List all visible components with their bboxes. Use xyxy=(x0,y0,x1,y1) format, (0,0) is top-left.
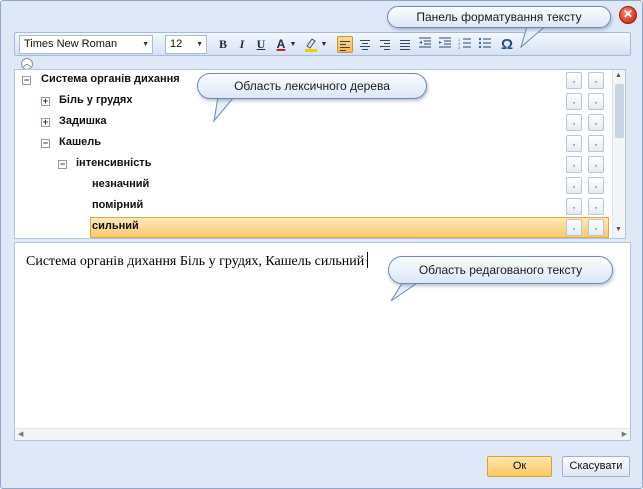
row-action-button[interactable]: , xyxy=(566,198,582,215)
tree-item-label: інтенсивність xyxy=(76,157,152,169)
row-action-button[interactable]: , xyxy=(588,177,604,194)
scroll-left-icon[interactable]: ◀ xyxy=(18,430,23,438)
row-action-button[interactable]: , xyxy=(588,219,604,236)
numbered-list-icon[interactable]: 123 xyxy=(457,36,473,53)
ok-button[interactable]: Ок xyxy=(487,456,552,477)
chevron-down-icon[interactable]: ▼ xyxy=(196,36,203,53)
tree-item-label: сильний xyxy=(92,220,139,232)
formatting-toolbar: Times New Roman ▼ 12 ▼ B I U A ▼ ▼ 1 2 3… xyxy=(14,32,631,56)
expand-icon[interactable]: + xyxy=(41,97,50,106)
row-action-button[interactable]: , xyxy=(566,177,582,194)
font-family-select[interactable]: Times New Roman ▼ xyxy=(19,35,153,54)
row-action-button[interactable]: , xyxy=(588,156,604,173)
highlight-color-icon[interactable] xyxy=(303,36,319,53)
editor-horizontal-scrollbar[interactable]: ◀ ▶ xyxy=(15,428,630,440)
tree-callout: Область лексичного дерева xyxy=(197,73,427,99)
scroll-right-icon[interactable]: ▶ xyxy=(622,430,627,438)
tree-item[interactable]: незначний , , xyxy=(15,175,609,196)
align-center-icon[interactable] xyxy=(357,36,373,53)
tree-item[interactable]: + Задишка , , xyxy=(15,112,609,133)
bold-button[interactable]: B xyxy=(215,36,231,53)
toolbar-callout: Панель форматування тексту xyxy=(387,6,611,28)
align-right-icon[interactable] xyxy=(377,36,393,53)
tree-item-label: Задишка xyxy=(59,115,107,127)
row-action-button[interactable]: , xyxy=(566,156,582,173)
italic-button[interactable]: I xyxy=(234,36,250,53)
align-left-icon[interactable] xyxy=(337,36,353,53)
tree-item-label: Кашель xyxy=(59,136,102,148)
editor-text: Система органів дихання Біль у грудях, К… xyxy=(26,254,365,269)
row-action-button[interactable]: , xyxy=(566,219,582,236)
row-action-button[interactable]: , xyxy=(566,72,582,89)
chevron-down-icon[interactable]: ▼ xyxy=(142,36,149,53)
editor-content[interactable]: Система органів дихання Біль у грудях, К… xyxy=(26,252,369,270)
row-action-button[interactable]: , xyxy=(588,135,604,152)
font-size-select[interactable]: 12 ▼ xyxy=(165,35,207,54)
indent-increase-icon[interactable] xyxy=(437,36,453,53)
row-action-button[interactable]: , xyxy=(566,135,582,152)
row-action-button[interactable]: , xyxy=(588,93,604,110)
dialog-window: ✕ Times New Roman ▼ 12 ▼ B I U A ▼ ▼ 1 2… xyxy=(0,0,643,489)
chevron-down-icon[interactable]: ▼ xyxy=(320,36,328,53)
font-size-value: 12 xyxy=(170,38,183,50)
selection-highlight xyxy=(90,217,609,238)
text-caret xyxy=(367,252,369,268)
font-color-button[interactable]: A xyxy=(273,36,289,53)
underline-button[interactable]: U xyxy=(253,36,269,53)
editor-callout: Область редагованого тексту xyxy=(388,256,613,284)
row-action-button[interactable]: , xyxy=(566,93,582,110)
tree-item[interactable]: − Кашель , , xyxy=(15,133,609,154)
collapse-icon[interactable]: − xyxy=(41,139,50,148)
svg-text:3: 3 xyxy=(458,45,461,50)
font-family-value: Times New Roman xyxy=(24,38,118,50)
tree-item-label: Система органів дихання xyxy=(41,73,180,85)
tree-item[interactable]: помірний , , xyxy=(15,196,609,217)
tree-item-selected[interactable]: сильний , , xyxy=(15,217,609,238)
tree-scrollbar[interactable]: ▲ ▼ xyxy=(612,70,625,238)
tree-item-label: помірний xyxy=(92,199,144,211)
expand-icon[interactable]: + xyxy=(41,118,50,127)
collapse-icon[interactable]: − xyxy=(58,160,67,169)
scroll-down-icon[interactable]: ▼ xyxy=(615,226,622,233)
scrollbar-thumb[interactable] xyxy=(615,84,624,138)
row-action-button[interactable]: , xyxy=(588,72,604,89)
row-action-button[interactable]: , xyxy=(566,114,582,131)
scroll-up-icon[interactable]: ▲ xyxy=(615,72,622,79)
row-action-button[interactable]: , xyxy=(588,114,604,131)
tree-item-label: незначний xyxy=(92,178,150,190)
chevron-down-icon[interactable]: ▼ xyxy=(289,36,297,53)
close-icon[interactable]: ✕ xyxy=(619,6,637,24)
cancel-button[interactable]: Скасувати xyxy=(562,456,630,477)
bullet-list-icon[interactable] xyxy=(477,36,493,53)
row-action-button[interactable]: , xyxy=(588,198,604,215)
collapse-icon[interactable]: − xyxy=(22,76,31,85)
align-justify-icon[interactable] xyxy=(397,36,413,53)
indent-decrease-icon[interactable] xyxy=(417,36,433,53)
tree-item-label: Біль у грудях xyxy=(59,94,133,106)
special-character-button[interactable]: Ω xyxy=(499,36,515,53)
tree-item[interactable]: − інтенсивність , , xyxy=(15,154,609,175)
